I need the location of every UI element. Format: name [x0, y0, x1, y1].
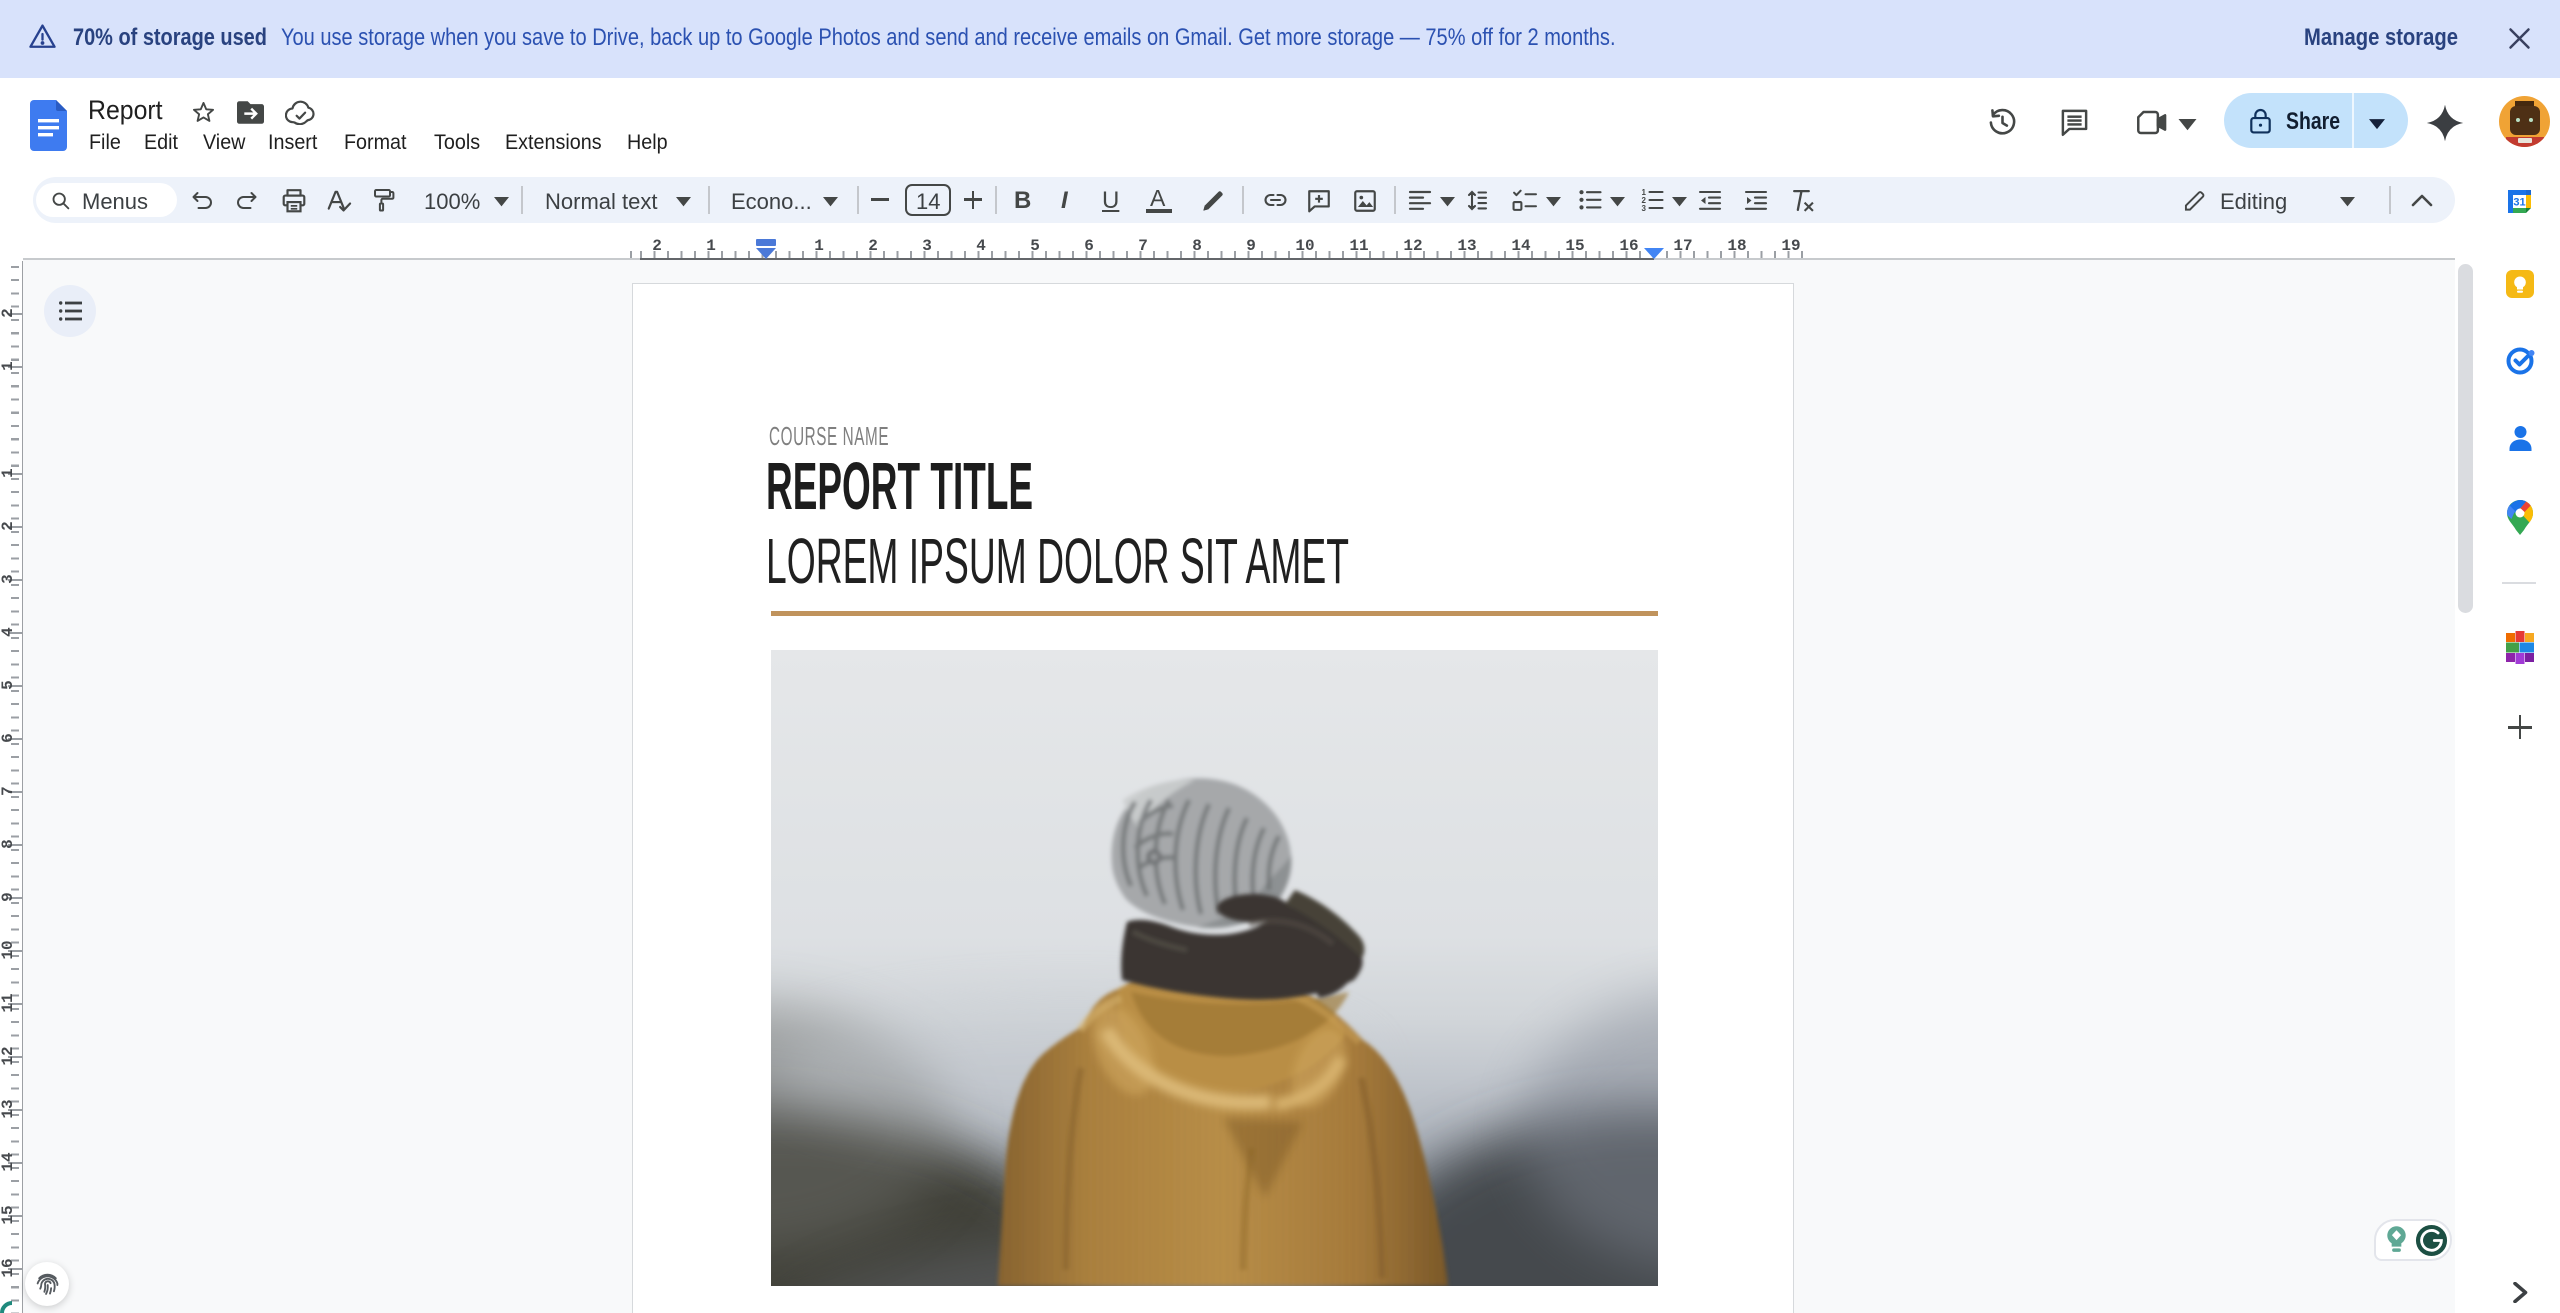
svg-text:31: 31	[2513, 196, 2525, 208]
svg-text:3: 3	[1642, 204, 1647, 212]
